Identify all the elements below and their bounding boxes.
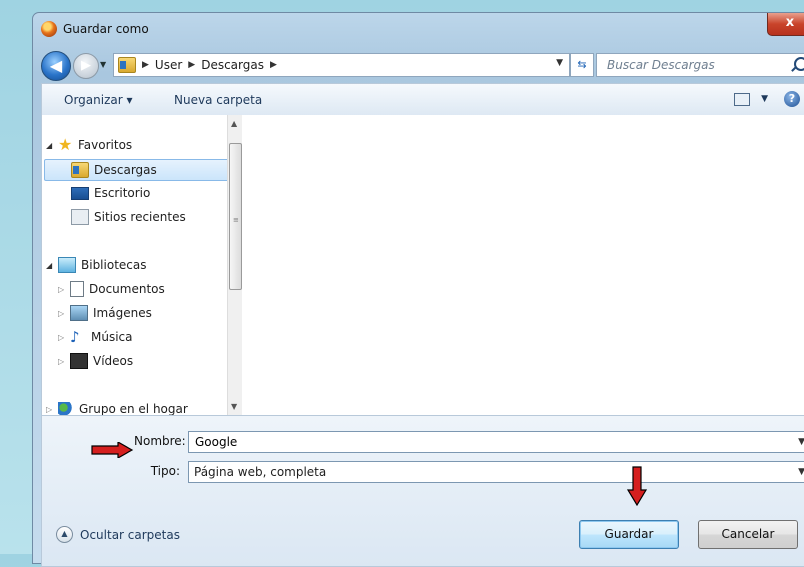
tree-item-imagenes[interactable]: ▷ Imágenes [58, 303, 152, 323]
file-type-value: Página web, completa [194, 465, 327, 479]
close-button[interactable]: x [767, 13, 804, 36]
documents-icon [70, 281, 84, 297]
address-bar[interactable]: ▶ User ▶ Descargas ▶ ▼ [113, 53, 570, 77]
chevron-up-icon: ▲ [56, 526, 73, 543]
grip-icon: ≡ [233, 216, 239, 224]
search-input[interactable]: Buscar Descargas [607, 58, 715, 72]
new-folder-button[interactable]: Nueva carpeta [174, 93, 262, 107]
tree-item-escritorio[interactable]: Escritorio [71, 183, 150, 203]
hide-folders-toggle[interactable]: ▲ Ocultar carpetas [56, 526, 180, 543]
chevron-down-icon[interactable]: ▼ [798, 467, 804, 477]
tree-item-descargas[interactable]: Descargas [44, 159, 230, 181]
help-icon[interactable]: ? [784, 91, 800, 107]
video-icon [70, 353, 88, 369]
title-bar[interactable]: Guardar como x [33, 13, 804, 43]
recent-places-icon [71, 209, 89, 225]
pictures-icon [70, 305, 88, 321]
back-button[interactable]: ◀ [41, 51, 71, 81]
cancel-button[interactable]: Cancelar [698, 520, 798, 549]
tree-item-documentos[interactable]: ▷ Documentos [58, 279, 165, 299]
downloads-folder-icon [71, 162, 89, 178]
navigation-pane: ◢ ★ Favoritos Descargas Escritorio Sitio… [41, 115, 230, 416]
collapsed-arrow-icon[interactable]: ▷ [58, 285, 70, 294]
tree-bibliotecas[interactable]: ◢ Bibliotecas [46, 255, 146, 275]
downloads-folder-icon [118, 57, 136, 73]
collapsed-arrow-icon[interactable]: ▷ [58, 333, 70, 342]
star-icon: ★ [58, 135, 73, 154]
scroll-down-icon[interactable]: ▼ [231, 402, 237, 411]
command-bar: Organizar ▾ Nueva carpeta ▼ ? [41, 83, 804, 116]
music-note-icon: ♪ [70, 328, 80, 346]
save-as-dialog: Guardar como x ◀ ▶ ▼ ▶ User ▶ Descargas … [32, 12, 804, 567]
breadcrumb-descargas[interactable]: Descargas [201, 58, 264, 72]
scroll-up-icon[interactable]: ▲ [231, 119, 237, 128]
save-options-panel: Nombre: ▼ Tipo: Página web, completa ▼ ▲… [41, 415, 804, 567]
recent-pages-dropdown[interactable]: ▼ [100, 60, 106, 69]
chevron-right-icon[interactable]: ▶ [188, 60, 195, 70]
forward-button[interactable]: ▶ [73, 53, 99, 79]
libraries-icon [58, 257, 76, 273]
window-title: Guardar como [63, 22, 149, 36]
firefox-icon [41, 21, 57, 37]
red-arrow-right-icon [91, 442, 134, 458]
desktop-icon [71, 186, 89, 200]
breadcrumb-user[interactable]: User [155, 58, 182, 72]
collapsed-arrow-icon[interactable]: ▷ [58, 357, 70, 366]
tree-item-videos[interactable]: ▷ Vídeos [58, 351, 133, 371]
search-box[interactable]: Buscar Descargas [596, 53, 804, 77]
tree-item-musica[interactable]: ▷ ♪ Música [58, 327, 133, 347]
chevron-down-icon[interactable]: ▼ [798, 437, 804, 447]
navigation-scrollbar[interactable]: ▲ ≡ ▼ [227, 115, 242, 415]
red-arrow-down-icon [627, 466, 647, 506]
file-list[interactable] [242, 115, 804, 415]
collapsed-arrow-icon[interactable]: ▷ [58, 309, 70, 318]
chevron-right-icon[interactable]: ▶ [270, 60, 277, 70]
view-options-icon[interactable] [734, 93, 750, 106]
chevron-down-icon[interactable]: ▼ [761, 94, 768, 104]
organize-menu[interactable]: Organizar ▾ [64, 93, 133, 107]
collapsed-arrow-icon[interactable]: ▷ [46, 405, 58, 414]
refresh-button[interactable]: ⇆ [570, 53, 594, 77]
expand-arrow-icon[interactable]: ◢ [46, 261, 58, 270]
tree-item-sitios-recientes[interactable]: Sitios recientes [71, 207, 186, 227]
filename-field[interactable]: ▼ [188, 431, 804, 453]
file-type-select[interactable]: Página web, completa ▼ [188, 461, 804, 483]
type-label: Tipo: [150, 464, 180, 478]
save-button[interactable]: Guardar [579, 520, 679, 549]
filename-input[interactable] [193, 434, 757, 450]
expand-arrow-icon[interactable]: ◢ [46, 141, 58, 150]
chevron-right-icon[interactable]: ▶ [142, 60, 149, 70]
search-icon[interactable] [794, 57, 804, 71]
homegroup-icon [58, 402, 74, 416]
tree-favorites[interactable]: ◢ ★ Favoritos [46, 135, 132, 155]
address-dropdown-icon[interactable]: ▼ [556, 58, 563, 68]
scrollbar-thumb[interactable]: ≡ [229, 143, 242, 290]
name-label: Nombre: [134, 434, 186, 448]
